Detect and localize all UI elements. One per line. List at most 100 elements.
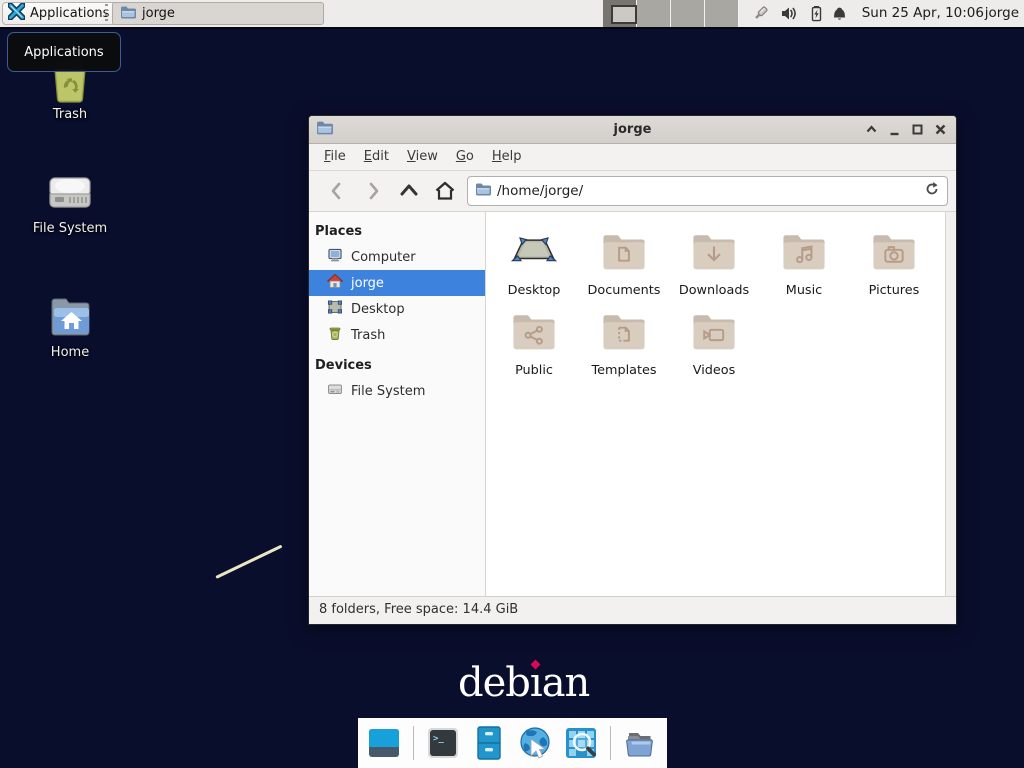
show-desktop-button[interactable] bbox=[365, 724, 403, 762]
app-finder-icon bbox=[563, 725, 599, 761]
sidebar-places-header: Places bbox=[309, 220, 485, 244]
app-finder-launcher[interactable] bbox=[562, 724, 600, 762]
file-item-videos[interactable]: Videos bbox=[669, 306, 759, 377]
menu-view[interactable]: View bbox=[398, 144, 447, 170]
window-titlebar[interactable]: jorge bbox=[309, 116, 956, 144]
sidebar-item-label: File System bbox=[351, 384, 425, 399]
terminal-launcher[interactable]: >_ bbox=[424, 724, 462, 762]
minimize-button[interactable] bbox=[883, 118, 906, 141]
file-item-downloads[interactable]: Downloads bbox=[669, 226, 759, 297]
status-text: 8 folders, Free space: 14.4 GiB bbox=[319, 602, 518, 617]
drive-icon bbox=[327, 381, 343, 401]
applications-menu-label: Applications bbox=[30, 6, 109, 21]
path-folder-icon bbox=[475, 181, 491, 201]
menu-help[interactable]: Help bbox=[483, 144, 531, 170]
home-button[interactable] bbox=[427, 176, 463, 206]
battery-icon[interactable] bbox=[808, 5, 825, 22]
file-item-label: Music bbox=[759, 284, 849, 297]
workspace-2[interactable] bbox=[637, 0, 671, 27]
file-item-label: Documents bbox=[579, 284, 669, 297]
reload-icon[interactable] bbox=[924, 181, 940, 201]
debian-logo-text: deb bbox=[458, 660, 530, 706]
desktop-icon-label: Home bbox=[0, 345, 140, 360]
close-button[interactable] bbox=[929, 118, 952, 141]
sidebar-item-desktop[interactable]: Desktop bbox=[309, 296, 485, 322]
window-title: jorge bbox=[614, 122, 652, 137]
shade-button[interactable] bbox=[860, 118, 883, 141]
scrollbar[interactable] bbox=[945, 212, 956, 596]
applications-tooltip: Applications bbox=[7, 32, 121, 72]
desktop-icon-filesystem[interactable]: File System bbox=[0, 170, 140, 236]
workspace-1[interactable] bbox=[603, 0, 637, 27]
public-folder-icon bbox=[508, 306, 560, 358]
path-bar[interactable]: /home/jorge/ bbox=[467, 176, 948, 206]
file-item-public[interactable]: Public bbox=[489, 306, 579, 377]
workspace-switcher[interactable] bbox=[603, 0, 739, 27]
menu-file[interactable]: File bbox=[315, 144, 355, 170]
file-item-label: Downloads bbox=[669, 284, 759, 297]
house-icon bbox=[327, 273, 343, 293]
desktop-icon-home[interactable]: Home bbox=[0, 292, 140, 360]
pictures-folder-icon bbox=[868, 226, 920, 278]
menu-edit[interactable]: Edit bbox=[355, 144, 398, 170]
xfce-logo-icon bbox=[8, 3, 25, 24]
documents-folder-icon bbox=[598, 226, 650, 278]
debian-logo: debıan bbox=[458, 660, 589, 706]
templates-folder-icon bbox=[598, 306, 650, 358]
dock-separator bbox=[413, 726, 414, 760]
file-item-label: Templates bbox=[579, 364, 669, 377]
sidebar-item-filesystem[interactable]: File System bbox=[309, 378, 485, 404]
taskbar-window-label: jorge bbox=[142, 6, 175, 21]
sidebar-item-trash[interactable]: Trash bbox=[309, 322, 485, 348]
up-button[interactable] bbox=[391, 176, 427, 206]
menu-bar: File Edit View Go Help bbox=[309, 144, 956, 171]
file-item-music[interactable]: Music bbox=[759, 226, 849, 297]
menu-go[interactable]: Go bbox=[447, 144, 483, 170]
back-button[interactable] bbox=[319, 176, 355, 206]
sidebar: Places Computer bbox=[309, 212, 486, 596]
home-folder-icon bbox=[44, 292, 96, 342]
svg-text:>_: >_ bbox=[433, 734, 444, 744]
file-item-label: Public bbox=[489, 364, 579, 377]
file-item-desktop[interactable]: Desktop bbox=[489, 226, 579, 297]
music-folder-icon bbox=[778, 226, 830, 278]
dock-separator bbox=[610, 726, 611, 760]
applications-menu-button[interactable]: Applications bbox=[2, 2, 118, 25]
file-cabinet-launcher[interactable] bbox=[470, 724, 508, 762]
desktop-scratch-line bbox=[215, 545, 282, 579]
volume-icon[interactable] bbox=[781, 5, 798, 22]
top-panel: Applications jorge bbox=[0, 0, 1024, 27]
workspace-3[interactable] bbox=[671, 0, 705, 27]
sidebar-item-jorge[interactable]: jorge bbox=[309, 270, 485, 296]
bell-icon[interactable] bbox=[831, 5, 848, 22]
desktop-special-icon bbox=[508, 226, 560, 278]
file-item-templates[interactable]: Templates bbox=[579, 306, 669, 377]
desktop-screen: Applications jorge bbox=[0, 0, 1024, 768]
forward-button[interactable] bbox=[355, 176, 391, 206]
panel-username[interactable]: jorge bbox=[985, 0, 1019, 27]
panel-clock[interactable]: Sun 25 Apr, 10:06 bbox=[862, 0, 984, 27]
file-item-documents[interactable]: Documents bbox=[579, 226, 669, 297]
maximize-button[interactable] bbox=[906, 118, 929, 141]
file-view: Desktop Documents bbox=[486, 212, 945, 596]
panel-handle[interactable] bbox=[105, 4, 108, 23]
desktop-icon bbox=[327, 299, 343, 319]
directory-menu-button[interactable] bbox=[621, 724, 659, 762]
computer-icon bbox=[327, 247, 343, 267]
sidebar-devices-header: Devices bbox=[309, 354, 485, 378]
taskbar-window-button[interactable]: jorge bbox=[112, 2, 324, 25]
tooltip-text: Applications bbox=[24, 45, 103, 60]
window-folder-icon bbox=[316, 119, 333, 140]
videos-folder-icon bbox=[688, 306, 740, 358]
trash-icon bbox=[327, 325, 343, 345]
sidebar-item-label: Trash bbox=[351, 328, 385, 343]
tool-icon[interactable] bbox=[752, 5, 769, 22]
workspace-4[interactable] bbox=[705, 0, 739, 27]
path-input[interactable]: /home/jorge/ bbox=[497, 183, 918, 199]
show-desktop-icon bbox=[366, 725, 402, 761]
sidebar-item-label: Computer bbox=[351, 250, 416, 265]
web-browser-launcher[interactable] bbox=[516, 724, 554, 762]
sidebar-item-computer[interactable]: Computer bbox=[309, 244, 485, 270]
file-manager-window: jorge File Edit View Go Help bbox=[308, 115, 957, 625]
file-item-pictures[interactable]: Pictures bbox=[849, 226, 939, 297]
